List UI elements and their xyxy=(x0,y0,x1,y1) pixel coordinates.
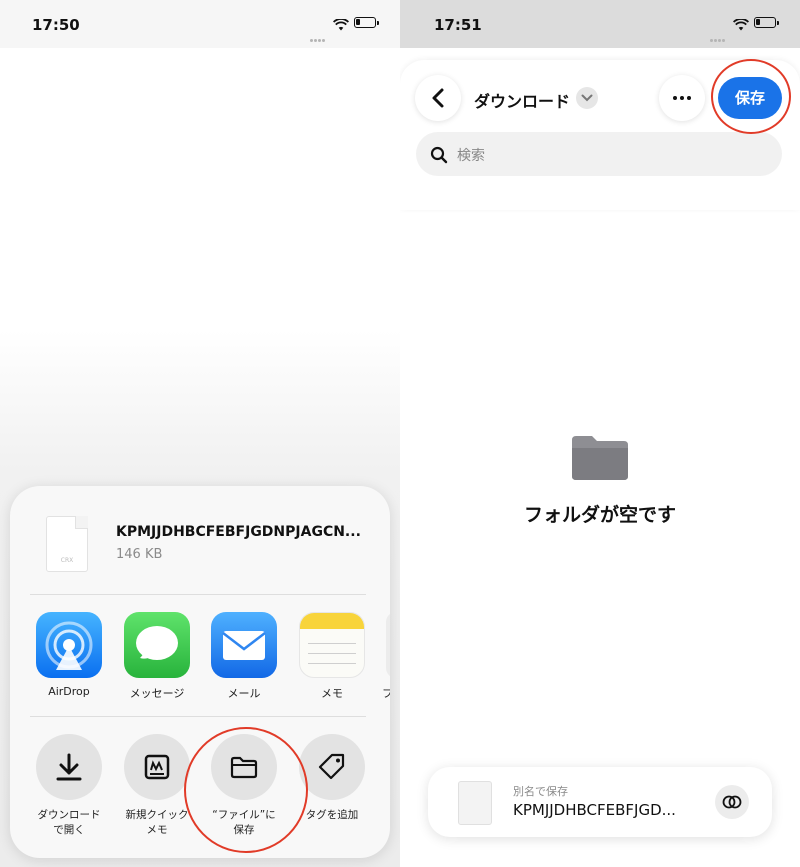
notes-app-button[interactable] xyxy=(299,612,365,678)
action-label-line: メモ xyxy=(146,824,168,836)
share-screen: 17:50 CRX KPMJJDHBCFEBFJGDNPJAGCN... 146… xyxy=(0,0,400,867)
divider xyxy=(30,716,366,717)
app-label-notes: メモ xyxy=(321,687,343,700)
overlap-circles-icon xyxy=(722,795,742,809)
back-button[interactable] xyxy=(415,75,461,121)
file-thumbnail xyxy=(458,781,492,825)
action-label-line: 保存 xyxy=(233,824,255,836)
save-as-panel[interactable]: 別名で保存 KPMJJDHBCFEBFJGD... xyxy=(428,767,772,837)
app-label-messages: メッセージ xyxy=(129,687,185,700)
download-open-button[interactable] xyxy=(36,734,102,800)
action-label-add-tag: タグを追加 xyxy=(287,808,377,823)
file-size: 146 KB xyxy=(116,547,163,562)
messages-app-button[interactable] xyxy=(124,612,190,678)
folder-menu-button[interactable] xyxy=(576,87,598,109)
search-placeholder: 検索 xyxy=(457,148,485,164)
quick-note-button[interactable] xyxy=(124,734,190,800)
battery-icon xyxy=(754,17,779,28)
status-bar: 17:50 xyxy=(0,0,400,48)
wifi-icon xyxy=(732,16,750,35)
search-icon xyxy=(430,146,448,164)
app-label-airdrop: AirDrop xyxy=(48,685,90,698)
airdrop-icon xyxy=(45,621,93,670)
file-thumbnail: CRX xyxy=(46,516,88,572)
airdrop-app-button[interactable] xyxy=(36,612,102,678)
action-label-line: ダウンロード xyxy=(37,809,101,821)
action-label-line: 新規クイック xyxy=(125,809,189,821)
share-sheet: CRX KPMJJDHBCFEBFJGDNPJAGCN... 146 KB Ai… xyxy=(10,486,390,858)
file-extension: CRX xyxy=(60,557,74,564)
cellular-signal-icon xyxy=(310,27,326,46)
folder-title: ダウンロード xyxy=(474,92,571,111)
divider xyxy=(30,594,366,595)
app-label-mail: メール xyxy=(227,687,261,700)
save-as-filename[interactable]: KPMJJDHBCFEBFJGD... xyxy=(513,801,676,819)
app-label-partial: フ xyxy=(382,687,390,700)
save-as-label: 別名で保存 xyxy=(513,785,568,798)
messages-icon xyxy=(136,626,178,660)
folder-icon xyxy=(572,436,628,480)
tag-icon xyxy=(318,753,345,780)
empty-folder-message: フォルダが空です xyxy=(523,504,676,526)
action-label-save-to-files: “ファイル”に 保存 xyxy=(199,808,289,838)
action-label-quick-note: 新規クイック メモ xyxy=(112,808,202,838)
mail-icon xyxy=(222,631,266,660)
action-label-line: で開く xyxy=(53,824,85,836)
files-save-screen: 17:51 ダウンロード 保存 検索 フォルダが空です 別名で保存 KPMJJD… xyxy=(400,0,800,867)
status-time: 17:50 xyxy=(32,16,80,34)
folder-icon xyxy=(230,756,258,779)
chevron-left-icon xyxy=(432,88,444,108)
save-button[interactable]: 保存 xyxy=(718,77,782,119)
file-name: KPMJJDHBCFEBFJGDNPJAGCN... xyxy=(116,524,361,540)
quick-note-icon xyxy=(144,754,170,780)
mail-app-button[interactable] xyxy=(211,612,277,678)
more-button[interactable] xyxy=(659,75,705,121)
save-to-files-button[interactable] xyxy=(211,734,277,800)
add-tag-button[interactable] xyxy=(299,734,365,800)
app-button-partial[interactable] xyxy=(386,612,390,678)
action-label-line: “ファイル”に xyxy=(212,809,276,821)
action-label-line: タグを追加 xyxy=(305,809,359,821)
options-button[interactable] xyxy=(715,785,749,819)
wifi-icon xyxy=(332,16,350,35)
chevron-down-icon xyxy=(581,94,593,102)
download-icon xyxy=(56,753,82,781)
action-label-download: ダウンロード で開く xyxy=(24,808,114,838)
status-time: 17:51 xyxy=(434,16,482,34)
status-bar: 17:51 xyxy=(400,0,800,48)
battery-icon xyxy=(354,17,379,28)
navigation-bar: ダウンロード 保存 検索 xyxy=(400,60,800,210)
search-field[interactable]: 検索 xyxy=(416,132,782,176)
cellular-signal-icon xyxy=(710,27,726,46)
